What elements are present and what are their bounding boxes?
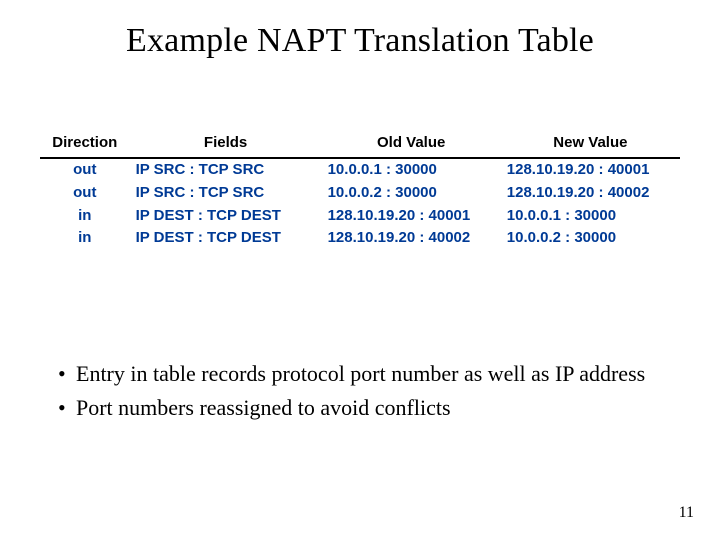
slide: Example NAPT Translation Table Direction… [0, 0, 720, 540]
table: Direction Fields Old Value New Value out… [40, 130, 680, 250]
cell-direction: in [40, 205, 130, 228]
th-new-value: New Value [501, 130, 680, 158]
cell-direction: out [40, 182, 130, 205]
cell-fields: IP DEST : TCP DEST [130, 227, 322, 250]
cell-old-value: 10.0.0.1 : 30000 [322, 158, 501, 182]
th-fields: Fields [130, 130, 322, 158]
bullet-item: Entry in table records protocol port num… [58, 360, 680, 388]
table-header: Direction Fields Old Value New Value [40, 130, 680, 158]
cell-old-value: 128.10.19.20 : 40002 [322, 227, 501, 250]
bullet-list: Entry in table records protocol port num… [40, 360, 680, 427]
slide-title: Example NAPT Translation Table [0, 22, 720, 60]
cell-old-value: 10.0.0.2 : 30000 [322, 182, 501, 205]
cell-direction: in [40, 227, 130, 250]
cell-new-value: 10.0.0.2 : 30000 [501, 227, 680, 250]
th-direction: Direction [40, 130, 130, 158]
th-old-value: Old Value [322, 130, 501, 158]
cell-new-value: 128.10.19.20 : 40001 [501, 158, 680, 182]
bullet-item: Port numbers reassigned to avoid conflic… [58, 394, 680, 422]
table-row: out IP SRC : TCP SRC 10.0.0.1 : 30000 12… [40, 158, 680, 182]
table-row: out IP SRC : TCP SRC 10.0.0.2 : 30000 12… [40, 182, 680, 205]
cell-old-value: 128.10.19.20 : 40001 [322, 205, 501, 228]
cell-fields: IP DEST : TCP DEST [130, 205, 322, 228]
cell-new-value: 10.0.0.1 : 30000 [501, 205, 680, 228]
table-row: in IP DEST : TCP DEST 128.10.19.20 : 400… [40, 227, 680, 250]
cell-fields: IP SRC : TCP SRC [130, 158, 322, 182]
cell-new-value: 128.10.19.20 : 40002 [501, 182, 680, 205]
page-number: 11 [679, 504, 694, 522]
table-body: out IP SRC : TCP SRC 10.0.0.1 : 30000 12… [40, 158, 680, 250]
cell-fields: IP SRC : TCP SRC [130, 182, 322, 205]
cell-direction: out [40, 158, 130, 182]
napt-table: Direction Fields Old Value New Value out… [40, 130, 680, 250]
table-row: in IP DEST : TCP DEST 128.10.19.20 : 400… [40, 205, 680, 228]
